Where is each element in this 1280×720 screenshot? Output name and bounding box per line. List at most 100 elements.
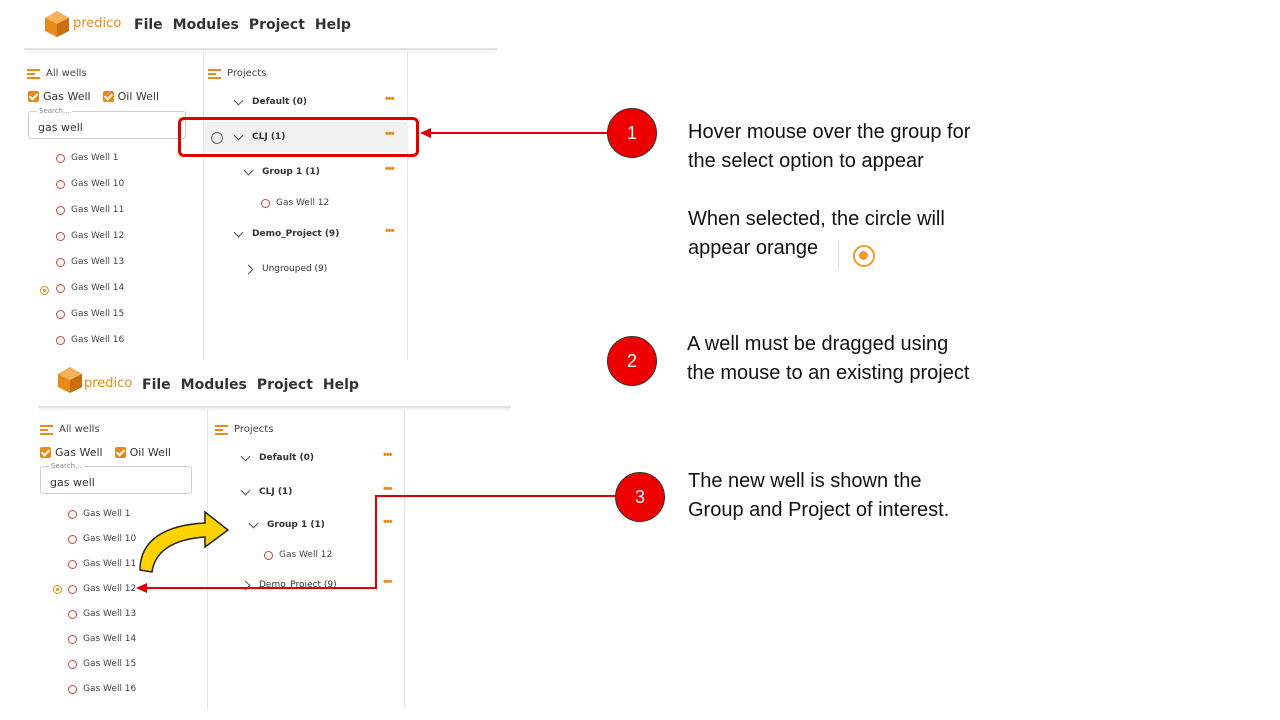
more-options-icon[interactable]: •••	[385, 163, 395, 175]
filter-oil-well[interactable]: Oil Well	[102, 90, 159, 103]
projects-title: Projects	[227, 68, 267, 79]
well-list-item[interactable]: Gas Well 16	[68, 684, 136, 694]
chevron-down-icon	[240, 485, 251, 496]
well-label: Gas Well 11	[83, 559, 137, 569]
projects-header: Projects	[215, 424, 273, 435]
step-1-badge: 1	[607, 108, 657, 158]
gas-well-icon	[68, 684, 77, 694]
search-value: gas well	[38, 121, 83, 134]
project-demo[interactable]: Demo_Project (9)	[233, 227, 340, 239]
project-default[interactable]: Default (0)	[233, 95, 307, 107]
well-label: Gas Well 16	[83, 684, 137, 694]
project-default[interactable]: Default (0)	[240, 451, 314, 463]
well-list-item[interactable]: Gas Well 11	[56, 205, 124, 215]
group-1[interactable]: Group 1 (1)	[248, 518, 325, 530]
gas-well-icon	[68, 609, 77, 619]
well-list-item[interactable]: Gas Well 1	[68, 509, 131, 519]
project-clj[interactable]: CLJ (1)	[240, 485, 293, 497]
collapse-panel-icon[interactable]	[40, 424, 53, 435]
selected-radio-icon[interactable]	[40, 286, 49, 295]
well-list-item[interactable]: Gas Well 15	[56, 309, 124, 319]
all-wells-title: All wells	[46, 68, 87, 79]
menu-project[interactable]: Project	[257, 377, 313, 393]
checkbox-checked-icon	[102, 91, 114, 102]
well-list-item[interactable]: Gas Well 11	[68, 559, 136, 569]
screenshot-top: predico File Modules Project Help All we…	[24, 0, 497, 380]
group-well-item[interactable]: Gas Well 12	[264, 550, 332, 560]
group-label: Group 1 (1)	[262, 167, 320, 177]
group-label: Ungrouped (9)	[262, 264, 328, 274]
all-wells-pane: All wells Gas Well Oil Well Search... ga…	[24, 52, 204, 380]
project-label: CLJ (1)	[259, 487, 293, 497]
step-3-line: Group and Project of interest.	[688, 499, 950, 521]
well-label: Gas Well 12	[279, 550, 333, 560]
well-list-item[interactable]: Gas Well 10	[56, 179, 124, 189]
main-menu: File Modules Project Help	[142, 377, 359, 393]
project-label: Demo_Project (9)	[252, 229, 340, 239]
menu-help[interactable]: Help	[315, 17, 351, 33]
search-input[interactable]: Search... gas well	[28, 107, 186, 139]
selected-circle-icon	[853, 245, 875, 267]
well-label: Gas Well 15	[83, 659, 137, 669]
well-label: Gas Well 1	[83, 509, 131, 519]
selected-radio-icon[interactable]	[53, 585, 62, 594]
group-well-item[interactable]: Gas Well 12	[261, 198, 329, 208]
menu-file[interactable]: File	[134, 17, 163, 33]
collapse-panel-icon[interactable]	[215, 424, 228, 435]
chevron-down-icon	[243, 165, 254, 176]
more-options-icon[interactable]: •••	[383, 483, 393, 495]
gas-well-icon	[56, 205, 65, 215]
well-label: Gas Well 14	[71, 283, 125, 293]
more-options-icon[interactable]: •••	[385, 93, 395, 105]
projects-pane: Projects Default (0) ••• CLJ (1) ••• Gro…	[208, 410, 405, 710]
projects-pane: Projects Default (0) ••• CLJ (1) ••• Gro…	[204, 52, 408, 380]
well-list-item[interactable]: Gas Well 13	[56, 257, 124, 267]
step-3-text: The new well is shown the Group and Proj…	[688, 467, 949, 525]
collapse-panel-icon[interactable]	[27, 68, 40, 79]
menu-file[interactable]: File	[142, 377, 171, 393]
all-wells-header: All wells	[40, 424, 100, 435]
filter-oil-well[interactable]: Oil Well	[114, 446, 171, 459]
menu-help[interactable]: Help	[323, 377, 359, 393]
menu-modules[interactable]: Modules	[173, 17, 239, 33]
well-list-item[interactable]: Gas Well 12	[56, 231, 124, 241]
filter-gas-well[interactable]: Gas Well	[40, 446, 103, 459]
well-list-item[interactable]: Gas Well 12	[68, 584, 136, 594]
collapse-panel-icon[interactable]	[208, 68, 221, 79]
all-wells-pane: All wells Gas Well Oil Well Search... ga…	[38, 410, 208, 710]
step-1-text: Hover mouse over the group for the selec…	[688, 118, 970, 263]
well-label: Gas Well 12	[276, 198, 330, 208]
well-list-item[interactable]: Gas Well 15	[68, 659, 136, 669]
well-list-item[interactable]: Gas Well 14	[68, 634, 136, 644]
step-2-badge: 2	[607, 336, 657, 386]
main-menu: File Modules Project Help	[134, 17, 351, 33]
well-label: Gas Well 10	[83, 534, 137, 544]
well-label: Gas Well 10	[71, 179, 125, 189]
checkbox-checked-icon	[114, 447, 126, 458]
search-input[interactable]: Search... gas well	[40, 462, 192, 494]
project-label: Default (0)	[252, 97, 307, 107]
well-list-item[interactable]: Gas Well 1	[56, 153, 119, 163]
gas-well-icon	[68, 509, 77, 519]
well-list-item[interactable]: Gas Well 14	[56, 283, 124, 293]
more-options-icon[interactable]: •••	[383, 449, 393, 461]
filter-gas-well[interactable]: Gas Well	[28, 90, 91, 103]
predico-logo-icon	[45, 11, 69, 37]
more-options-icon[interactable]: •••	[383, 516, 393, 528]
more-options-icon[interactable]: •••	[383, 576, 393, 588]
filter-label: Gas Well	[43, 90, 91, 103]
gas-well-icon	[56, 335, 65, 345]
well-label: Gas Well 12	[83, 584, 137, 594]
well-list-item[interactable]: Gas Well 13	[68, 609, 136, 619]
menu-modules[interactable]: Modules	[181, 377, 247, 393]
well-list-item[interactable]: Gas Well 16	[56, 335, 124, 345]
step-1-line: the select option to appear	[688, 150, 924, 172]
more-options-icon[interactable]: •••	[385, 225, 395, 237]
project-demo[interactable]: Demo_Project (9)	[240, 580, 337, 590]
well-list-item[interactable]: Gas Well 10	[68, 534, 136, 544]
group-1[interactable]: Group 1 (1)	[243, 165, 320, 177]
step-3-line: The new well is shown the	[688, 470, 922, 492]
gas-well-icon	[68, 634, 77, 644]
menu-project[interactable]: Project	[249, 17, 305, 33]
ungrouped[interactable]: Ungrouped (9)	[243, 264, 328, 274]
